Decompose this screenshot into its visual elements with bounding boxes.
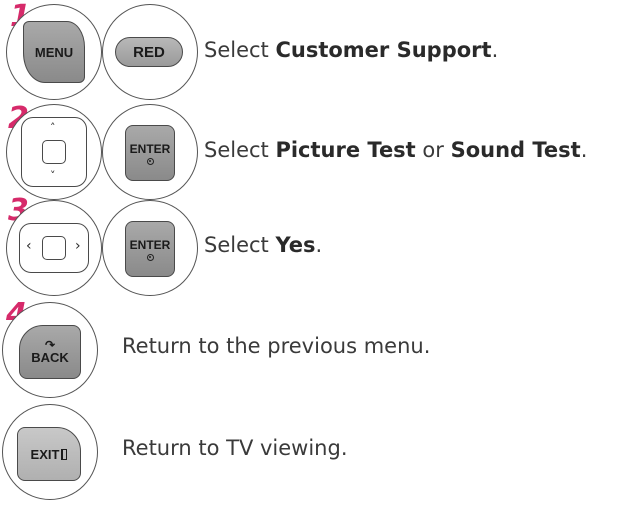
step-1-instruction: Select Customer Support. [204, 38, 498, 62]
exit-instruction: Return to TV viewing. [122, 436, 348, 460]
step-2-prefix: Select [204, 138, 276, 162]
nav-key-circle-lr: ‹ › [6, 200, 102, 296]
nav-center-button[interactable] [42, 236, 66, 260]
arrow-down-icon: ˅ [50, 169, 56, 182]
step-3-suffix: . [315, 233, 323, 257]
red-key-circle: RED [102, 4, 198, 100]
exit-door-icon [61, 448, 68, 460]
menu-key-circle: MENU [6, 4, 102, 100]
enter-key-label: ENTER [129, 141, 171, 156]
enter-key-circle-2: ENTER [102, 104, 198, 200]
step-1-prefix: Select [204, 38, 276, 62]
menu-key[interactable]: MENU [23, 21, 85, 83]
step-3-prefix: Select [204, 233, 276, 257]
navigation-pad-up-down[interactable]: ˄ ˅ [21, 117, 87, 187]
nav-key-circle-ud: ˄ ˅ [6, 104, 102, 200]
exit-key-circle: EXIT [2, 404, 98, 500]
enter-dot-icon [146, 157, 154, 165]
step-1-bold: Customer Support [275, 38, 492, 62]
step-2-instruction: Select Picture Test or Sound Test. [204, 138, 587, 162]
step-2-middle: or [415, 138, 451, 162]
enter-dot-icon [146, 253, 154, 261]
back-key[interactable]: ↷ BACK [19, 325, 81, 379]
exit-key[interactable]: EXIT [17, 427, 81, 481]
nav-center-button[interactable] [42, 140, 66, 164]
enter-key[interactable]: ENTER [125, 221, 175, 277]
back-key-label: BACK [31, 349, 69, 365]
step-4-instruction: Return to the previous menu. [122, 334, 431, 358]
step-1-suffix: . [491, 38, 499, 62]
back-curve-icon: ↷ [44, 337, 56, 352]
red-key[interactable]: RED [115, 37, 183, 67]
step-2-bold-1: Picture Test [275, 138, 416, 162]
exit-key-label: EXIT [30, 446, 60, 462]
step-2-bold-2: Sound Test [450, 138, 581, 162]
step-3-instruction: Select Yes. [204, 233, 322, 257]
arrow-right-icon: › [75, 238, 81, 254]
enter-key[interactable]: ENTER [125, 125, 175, 181]
back-key-circle: ↷ BACK [2, 302, 98, 398]
enter-key-label: ENTER [129, 237, 171, 252]
enter-key-circle-3: ENTER [102, 200, 198, 296]
arrow-up-icon: ˄ [50, 121, 56, 134]
step-3-bold: Yes [275, 233, 316, 257]
navigation-pad-left-right[interactable]: ‹ › [19, 223, 89, 273]
arrow-left-icon: ‹ [26, 238, 32, 254]
step-2-suffix: . [580, 138, 588, 162]
